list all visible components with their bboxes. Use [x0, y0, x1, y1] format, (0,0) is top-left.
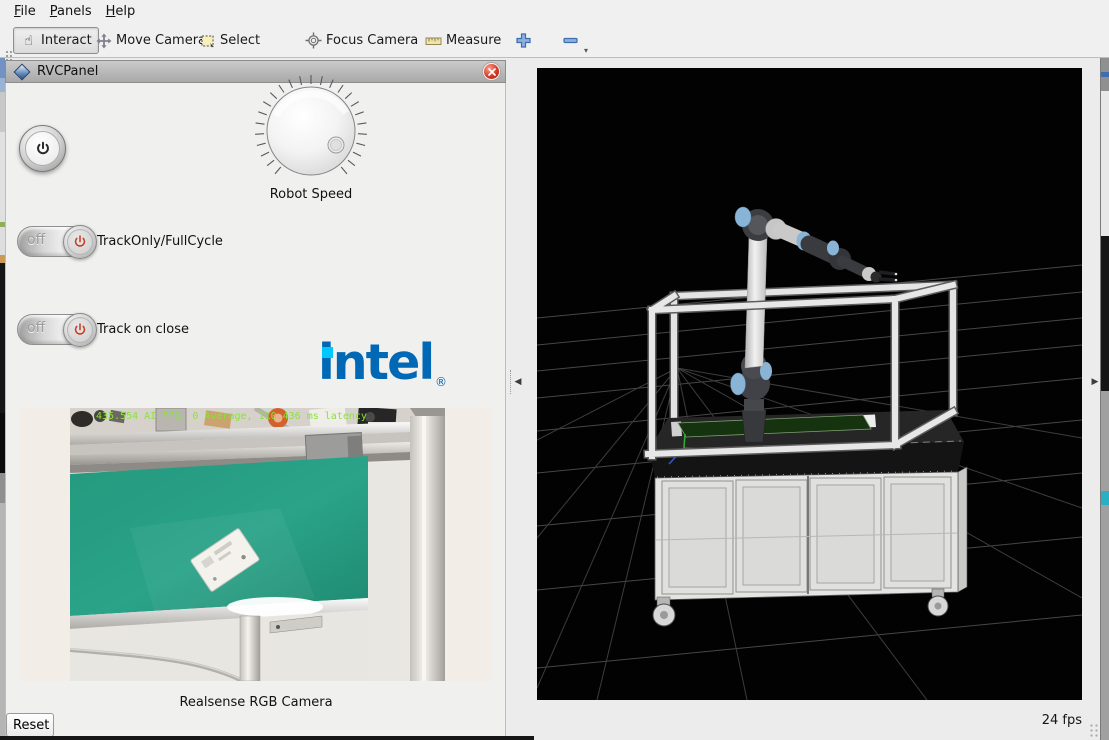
toggle-label-track-on-close: Track on close: [97, 322, 189, 337]
power-icon: [72, 322, 88, 338]
toggle-track-on-close[interactable]: off: [17, 314, 95, 345]
power-icon: [72, 234, 88, 250]
toggle-trackonly-fullcycle[interactable]: off: [17, 226, 95, 257]
3d-viewport[interactable]: [537, 68, 1082, 700]
ruler-icon: [425, 32, 442, 49]
toggle-label-trackonly: TrackOnly/FullCycle: [97, 234, 223, 249]
dial-label: Robot Speed: [241, 187, 381, 202]
reset-button[interactable]: Reset: [6, 713, 54, 737]
panel-splitter-left[interactable]: ◀: [510, 370, 525, 394]
tool-label: Select: [220, 33, 260, 48]
tool-label: Focus Camera: [326, 33, 418, 48]
zoom-in-button[interactable]: [508, 27, 539, 54]
realsense-camera-view[interactable]: 435.554 AI FPS, 0 Average, 110.436 ms la…: [70, 408, 445, 681]
hand-pointer-icon: ☝: [20, 32, 37, 49]
application-window: File Panels Help ☝ Interact Move Camera: [0, 0, 1109, 740]
panel-bottom-edge: [0, 736, 534, 740]
collapse-right-icon: ▶: [1092, 377, 1099, 387]
toolbar: ☝ Interact Move Camera Select: [0, 22, 1109, 58]
panel-diamond-icon: [14, 63, 31, 80]
menu-panels[interactable]: Panels: [50, 4, 92, 19]
robot-power-button[interactable]: [19, 125, 66, 172]
tool-interact[interactable]: ☝ Interact: [13, 27, 99, 54]
camera-overlay-text: 435.554 AI FPS, 0 Average, 110.436 ms la…: [96, 411, 367, 422]
robot-speed-dial[interactable]: [251, 71, 371, 191]
crosshair-icon: [305, 32, 322, 49]
toggle-knob: [63, 225, 97, 259]
dropdown-caret-icon: ▾: [584, 46, 588, 55]
close-icon: [488, 68, 496, 76]
collapse-left-icon: ◀: [515, 377, 522, 387]
selection-box-icon: [199, 32, 216, 49]
move-arrows-icon: [95, 32, 112, 49]
intel-logo: intel ®: [318, 338, 458, 396]
panel-title: RVCPanel: [37, 64, 98, 79]
tool-label: Interact: [41, 33, 92, 48]
intel-wordmark: intel: [318, 338, 433, 387]
tool-measure[interactable]: Measure: [418, 27, 508, 54]
plus-icon: [515, 32, 532, 49]
tool-focus-camera[interactable]: Focus Camera: [298, 27, 425, 54]
tool-select[interactable]: Select: [192, 27, 267, 54]
zoom-out-button[interactable]: ▾: [555, 27, 586, 54]
toggle-knob: [63, 313, 97, 347]
toggle-state-label: off: [27, 320, 45, 336]
power-icon: [25, 131, 60, 166]
fps-counter: 24 fps: [960, 713, 1082, 728]
registered-mark: ®: [435, 375, 447, 389]
collapsed-right-panel[interactable]: [1100, 58, 1109, 740]
tool-label: Measure: [446, 33, 501, 48]
menu-file[interactable]: File: [14, 4, 36, 19]
menu-help[interactable]: Help: [106, 4, 136, 19]
intel-i-dot: [322, 347, 333, 358]
menu-bar: File Panels Help: [0, 0, 1109, 22]
minus-icon: [562, 32, 579, 49]
camera-caption: Realsense RGB Camera: [20, 695, 492, 710]
toggle-state-label: off: [27, 232, 45, 248]
panel-close-button[interactable]: [483, 63, 500, 80]
